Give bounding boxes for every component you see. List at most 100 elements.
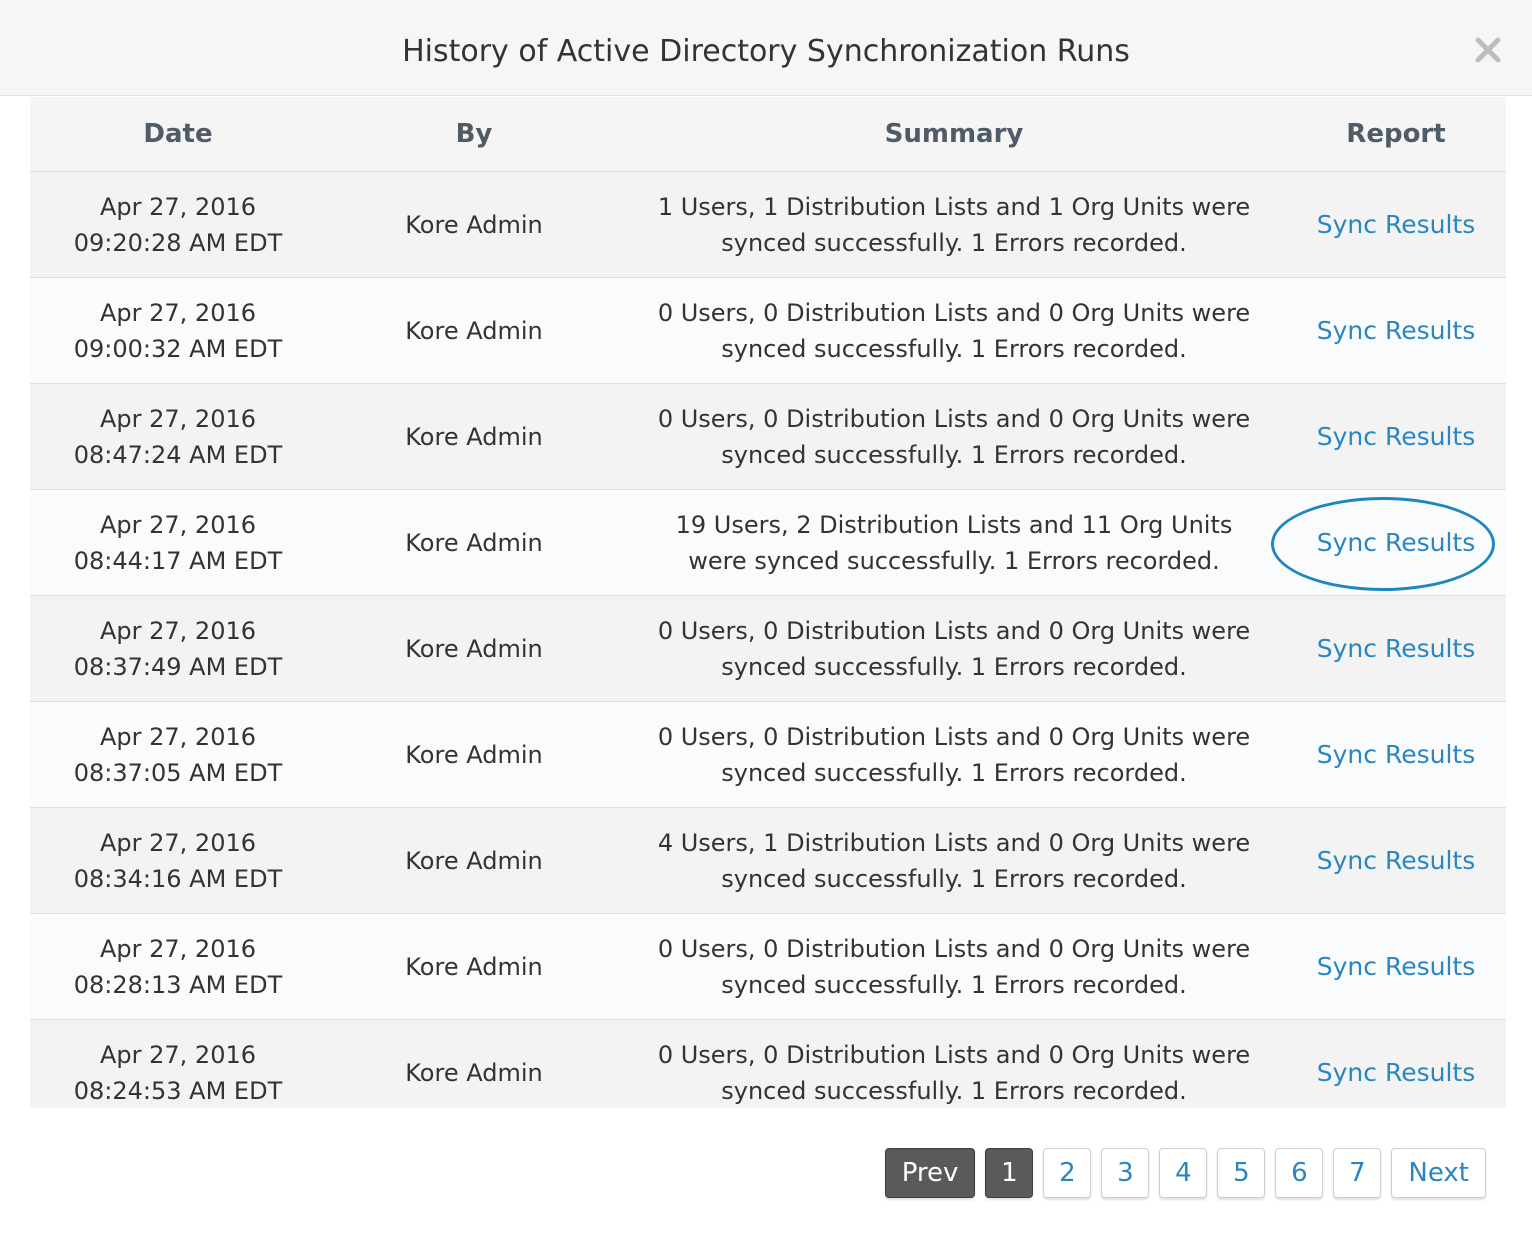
date-cell: Apr 27, 2016 08:28:13 AM EDT bbox=[30, 914, 326, 1020]
summary-text: 1 Users, 1 Distribution Lists and 1 Org … bbox=[654, 189, 1254, 261]
date-text: Apr 27, 2016 09:00:32 AM EDT bbox=[43, 295, 313, 367]
page-button-2[interactable]: 2 bbox=[1043, 1148, 1091, 1198]
page-button-3[interactable]: 3 bbox=[1101, 1148, 1149, 1198]
sync-results-link[interactable]: Sync Results bbox=[1317, 843, 1475, 879]
page-button-1[interactable]: 1 bbox=[985, 1148, 1033, 1198]
pagination: Prev 1 2 3 4 5 6 7 Next bbox=[885, 1148, 1486, 1198]
close-icon bbox=[1468, 30, 1508, 70]
date-text: Apr 27, 2016 08:44:17 AM EDT bbox=[43, 507, 313, 579]
by-cell: Kore Admin bbox=[326, 490, 622, 596]
column-header-report[interactable]: Report bbox=[1286, 97, 1506, 172]
report-cell: Sync Results bbox=[1286, 172, 1506, 278]
by-text: Kore Admin bbox=[405, 207, 542, 243]
date-cell: Apr 27, 2016 08:24:53 AM EDT bbox=[30, 1020, 326, 1109]
by-text: Kore Admin bbox=[405, 1055, 542, 1091]
table-row: Apr 27, 2016 08:34:16 AM EDT Kore Admin … bbox=[30, 808, 1506, 914]
report-cell: Sync Results bbox=[1286, 1020, 1506, 1109]
report-cell: Sync Results bbox=[1286, 278, 1506, 384]
date-text: Apr 27, 2016 08:34:16 AM EDT bbox=[43, 825, 313, 897]
date-text: Apr 27, 2016 08:24:53 AM EDT bbox=[43, 1037, 313, 1109]
table-row: Apr 27, 2016 08:28:13 AM EDT Kore Admin … bbox=[30, 914, 1506, 1020]
table-row: Apr 27, 2016 09:20:28 AM EDT Kore Admin … bbox=[30, 172, 1506, 278]
by-text: Kore Admin bbox=[405, 313, 542, 349]
column-header-by[interactable]: By bbox=[326, 97, 622, 172]
by-text: Kore Admin bbox=[405, 419, 542, 455]
next-page-button[interactable]: Next bbox=[1391, 1148, 1486, 1198]
sync-history-dialog: History of Active Directory Synchronizat… bbox=[0, 0, 1532, 1254]
history-table: Date By Summary Report Apr 27, 2016 09:2… bbox=[30, 97, 1506, 1108]
sync-results-link[interactable]: Sync Results bbox=[1317, 419, 1475, 455]
summary-cell: 4 Users, 1 Distribution Lists and 0 Org … bbox=[622, 808, 1286, 914]
date-text: Apr 27, 2016 08:37:05 AM EDT bbox=[43, 719, 313, 791]
table-row: Apr 27, 2016 09:00:32 AM EDT Kore Admin … bbox=[30, 278, 1506, 384]
table-row: Apr 27, 2016 08:47:24 AM EDT Kore Admin … bbox=[30, 384, 1506, 490]
sync-results-label: Sync Results bbox=[1317, 528, 1475, 557]
by-cell: Kore Admin bbox=[326, 384, 622, 490]
column-header-summary[interactable]: Summary bbox=[622, 97, 1286, 172]
date-cell: Apr 27, 2016 09:00:32 AM EDT bbox=[30, 278, 326, 384]
summary-cell: 0 Users, 0 Distribution Lists and 0 Org … bbox=[622, 278, 1286, 384]
page-button-4[interactable]: 4 bbox=[1159, 1148, 1207, 1198]
sync-results-link-highlighted[interactable]: Sync Results bbox=[1317, 525, 1475, 561]
by-cell: Kore Admin bbox=[326, 1020, 622, 1109]
date-text: Apr 27, 2016 08:37:49 AM EDT bbox=[43, 613, 313, 685]
report-cell: Sync Results bbox=[1286, 596, 1506, 702]
date-cell: Apr 27, 2016 08:44:17 AM EDT bbox=[30, 490, 326, 596]
dialog-header: History of Active Directory Synchronizat… bbox=[0, 0, 1532, 96]
date-cell: Apr 27, 2016 08:34:16 AM EDT bbox=[30, 808, 326, 914]
summary-text: 0 Users, 0 Distribution Lists and 0 Org … bbox=[654, 719, 1254, 791]
table-row: Apr 27, 2016 08:44:17 AM EDT Kore Admin … bbox=[30, 490, 1506, 596]
summary-text: 0 Users, 0 Distribution Lists and 0 Org … bbox=[654, 1037, 1254, 1109]
by-cell: Kore Admin bbox=[326, 172, 622, 278]
report-cell: Sync Results bbox=[1286, 914, 1506, 1020]
by-text: Kore Admin bbox=[405, 843, 542, 879]
date-cell: Apr 27, 2016 08:47:24 AM EDT bbox=[30, 384, 326, 490]
summary-cell: 0 Users, 0 Distribution Lists and 0 Org … bbox=[622, 914, 1286, 1020]
table-row: Apr 27, 2016 08:37:49 AM EDT Kore Admin … bbox=[30, 596, 1506, 702]
date-cell: Apr 27, 2016 08:37:05 AM EDT bbox=[30, 702, 326, 808]
date-cell: Apr 27, 2016 09:20:28 AM EDT bbox=[30, 172, 326, 278]
history-table-container[interactable]: Date By Summary Report Apr 27, 2016 09:2… bbox=[30, 97, 1506, 1108]
by-text: Kore Admin bbox=[405, 737, 542, 773]
prev-page-button[interactable]: Prev bbox=[885, 1148, 976, 1198]
by-cell: Kore Admin bbox=[326, 808, 622, 914]
sync-results-link[interactable]: Sync Results bbox=[1317, 313, 1475, 349]
sync-results-link[interactable]: Sync Results bbox=[1317, 1055, 1475, 1091]
by-text: Kore Admin bbox=[405, 631, 542, 667]
dialog-title: History of Active Directory Synchronizat… bbox=[0, 30, 1532, 74]
summary-text: 0 Users, 0 Distribution Lists and 0 Org … bbox=[654, 613, 1254, 685]
report-cell: Sync Results bbox=[1286, 384, 1506, 490]
date-text: Apr 27, 2016 08:47:24 AM EDT bbox=[43, 401, 313, 473]
summary-cell: 19 Users, 2 Distribution Lists and 11 Or… bbox=[622, 490, 1286, 596]
sync-results-link[interactable]: Sync Results bbox=[1317, 737, 1475, 773]
by-text: Kore Admin bbox=[405, 525, 542, 561]
report-cell: Sync Results bbox=[1286, 490, 1506, 596]
summary-cell: 0 Users, 0 Distribution Lists and 0 Org … bbox=[622, 1020, 1286, 1109]
page-button-7[interactable]: 7 bbox=[1333, 1148, 1381, 1198]
table-row: Apr 27, 2016 08:24:53 AM EDT Kore Admin … bbox=[30, 1020, 1506, 1109]
date-cell: Apr 27, 2016 08:37:49 AM EDT bbox=[30, 596, 326, 702]
summary-text: 0 Users, 0 Distribution Lists and 0 Org … bbox=[654, 931, 1254, 1003]
sync-results-link[interactable]: Sync Results bbox=[1317, 949, 1475, 985]
date-text: Apr 27, 2016 08:28:13 AM EDT bbox=[43, 931, 313, 1003]
by-cell: Kore Admin bbox=[326, 278, 622, 384]
report-cell: Sync Results bbox=[1286, 702, 1506, 808]
summary-text: 19 Users, 2 Distribution Lists and 11 Or… bbox=[654, 507, 1254, 579]
column-header-date[interactable]: Date bbox=[30, 97, 326, 172]
by-cell: Kore Admin bbox=[326, 596, 622, 702]
report-cell: Sync Results bbox=[1286, 808, 1506, 914]
sync-results-link[interactable]: Sync Results bbox=[1317, 631, 1475, 667]
summary-text: 0 Users, 0 Distribution Lists and 0 Org … bbox=[654, 401, 1254, 473]
sync-results-link[interactable]: Sync Results bbox=[1317, 207, 1475, 243]
by-cell: Kore Admin bbox=[326, 914, 622, 1020]
date-text: Apr 27, 2016 09:20:28 AM EDT bbox=[43, 189, 313, 261]
close-button[interactable] bbox=[1468, 30, 1508, 70]
page-button-5[interactable]: 5 bbox=[1217, 1148, 1265, 1198]
table-header-row: Date By Summary Report bbox=[30, 97, 1506, 172]
page-button-6[interactable]: 6 bbox=[1275, 1148, 1323, 1198]
summary-text: 0 Users, 0 Distribution Lists and 0 Org … bbox=[654, 295, 1254, 367]
by-text: Kore Admin bbox=[405, 949, 542, 985]
summary-text: 4 Users, 1 Distribution Lists and 0 Org … bbox=[654, 825, 1254, 897]
by-cell: Kore Admin bbox=[326, 702, 622, 808]
summary-cell: 0 Users, 0 Distribution Lists and 0 Org … bbox=[622, 384, 1286, 490]
